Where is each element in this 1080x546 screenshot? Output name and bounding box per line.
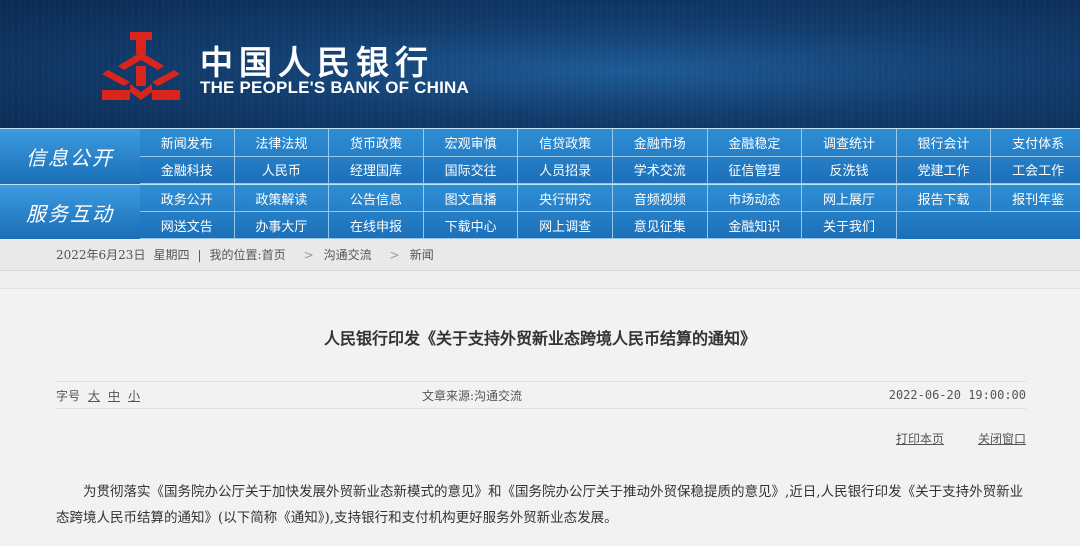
nav-item[interactable]: 公告信息 xyxy=(329,185,424,212)
nav-item[interactable]: 在线申报 xyxy=(329,212,424,239)
nav-item[interactable]: 货币政策 xyxy=(329,129,424,157)
current-date: 2022年6月23日 xyxy=(56,248,146,262)
nav-item[interactable]: 反洗钱 xyxy=(802,156,897,184)
nav-item[interactable]: 央行研究 xyxy=(518,185,613,212)
nav-item[interactable]: 下载中心 xyxy=(423,212,519,239)
font-large-link[interactable]: 大 xyxy=(88,387,100,404)
breadcrumb: 2022年6月23日 星期四 | 我的位置: 首页 > 沟通交流 > 新闻 xyxy=(0,239,1080,271)
nav-item[interactable]: 音频视频 xyxy=(612,185,708,212)
nav-item[interactable]: 办事大厅 xyxy=(234,212,330,239)
nav-item[interactable]: 新闻发布 xyxy=(140,129,235,157)
nav-item[interactable]: 报告下载 xyxy=(896,185,992,212)
nav-item[interactable]: 银行会计 xyxy=(896,129,992,157)
pboc-logo-icon[interactable] xyxy=(100,30,182,104)
nav-item[interactable]: 关于我们 xyxy=(802,212,897,239)
location-label: 我的位置: xyxy=(209,248,262,262)
nav-item[interactable]: 宏观审慎 xyxy=(423,129,519,157)
nav-item[interactable]: 经理国库 xyxy=(329,156,424,184)
nav-item[interactable]: 政务公开 xyxy=(140,185,235,212)
nav-item[interactable]: 市场动态 xyxy=(707,185,803,212)
breadcrumb-separator: > xyxy=(389,247,400,262)
nav-item[interactable]: 意见征集 xyxy=(612,212,708,239)
article-paragraph: 为贯彻落实《国务院办公厅关于加快发展外贸新业态新模式的意见》和《国务院办公厅关于… xyxy=(56,484,1024,526)
nav-item[interactable]: 学术交流 xyxy=(612,156,708,184)
nav-item[interactable]: 网送文告 xyxy=(140,212,235,239)
breadcrumb-level1[interactable]: 沟通交流 xyxy=(324,246,372,263)
article-title: 人民银行印发《关于支持外贸新业态跨境人民币结算的通知》 xyxy=(323,329,756,348)
font-medium-link[interactable]: 中 xyxy=(108,387,120,404)
nav-item[interactable]: 人民币 xyxy=(234,156,330,184)
article-date: 2022-06-20 19:00:00 xyxy=(888,388,1026,402)
breadcrumb-level2[interactable]: 新闻 xyxy=(410,246,434,263)
nav-item[interactable]: 信贷政策 xyxy=(518,129,613,157)
print-link[interactable]: 打印本页 xyxy=(896,430,944,447)
nav-item[interactable]: 征信管理 xyxy=(707,156,803,184)
nav-item[interactable]: 网上调查 xyxy=(518,212,613,239)
breadcrumb-home[interactable]: 首页 xyxy=(262,246,286,263)
nav-item[interactable]: 工会工作 xyxy=(991,157,1080,184)
nav-service-interaction: 服务互动 政务公开 政策解读 公告信息 图文直播 央行研究 音频视频 市场动态 … xyxy=(0,184,1080,239)
nav-item[interactable]: 党建工作 xyxy=(896,156,992,184)
article-container: 人民银行印发《关于支持外贸新业态跨境人民币结算的通知》 字号 大 中 小 文章来… xyxy=(0,288,1080,546)
close-window-link[interactable]: 关闭窗口 xyxy=(978,430,1026,447)
nav-grid-2: 政务公开 政策解读 公告信息 图文直播 央行研究 音频视频 市场动态 网上展厅 … xyxy=(140,185,1080,239)
bank-name-en: THE PEOPLE'S BANK OF CHINA xyxy=(200,78,469,97)
font-size-label: 字号 xyxy=(56,388,81,403)
font-small-link[interactable]: 小 xyxy=(128,387,140,404)
current-weekday: 星期四 xyxy=(153,248,190,262)
nav-item[interactable]: 国际交往 xyxy=(423,156,519,184)
article-actions: 打印本页 关闭窗口 xyxy=(896,430,1026,447)
nav-group-label: 服务互动 xyxy=(0,185,140,239)
nav-info-disclosure: 信息公开 新闻发布 法律法规 货币政策 宏观审慎 信贷政策 金融市场 金融稳定 … xyxy=(0,128,1080,184)
divider: | xyxy=(197,247,202,262)
article-source: 文章来源:沟通交流 xyxy=(422,388,523,403)
nav-item[interactable]: 政策解读 xyxy=(234,185,330,212)
nav-item[interactable]: 金融科技 xyxy=(140,156,235,184)
nav-item[interactable]: 图文直播 xyxy=(423,185,519,212)
header-banner: 中国人民银行 THE PEOPLE'S BANK OF CHINA xyxy=(0,0,1080,128)
nav-grid-1: 新闻发布 法律法规 货币政策 宏观审慎 信贷政策 金融市场 金融稳定 调查统计 … xyxy=(140,129,1080,184)
breadcrumb-separator: > xyxy=(303,247,314,262)
nav-item[interactable]: 报刊年鉴 xyxy=(991,185,1080,212)
nav-item[interactable]: 人员招录 xyxy=(518,156,613,184)
font-size-switcher: 字号 大 中 小 xyxy=(56,387,140,404)
nav-item[interactable]: 支付体系 xyxy=(991,129,1080,157)
nav-item[interactable]: 金融稳定 xyxy=(707,129,803,157)
nav-group-label: 信息公开 xyxy=(0,129,140,184)
nav-item[interactable]: 法律法规 xyxy=(234,129,330,157)
article-meta: 字号 大 中 小 文章来源:沟通交流 2022-06-20 19:00:00 xyxy=(56,381,1026,409)
nav-item[interactable]: 网上展厅 xyxy=(802,185,897,212)
nav-item[interactable]: 金融市场 xyxy=(612,129,708,157)
bank-name-cn: 中国人民银行 xyxy=(200,43,434,82)
nav-item[interactable]: 调查统计 xyxy=(802,129,897,157)
nav-item[interactable]: 金融知识 xyxy=(707,212,803,239)
